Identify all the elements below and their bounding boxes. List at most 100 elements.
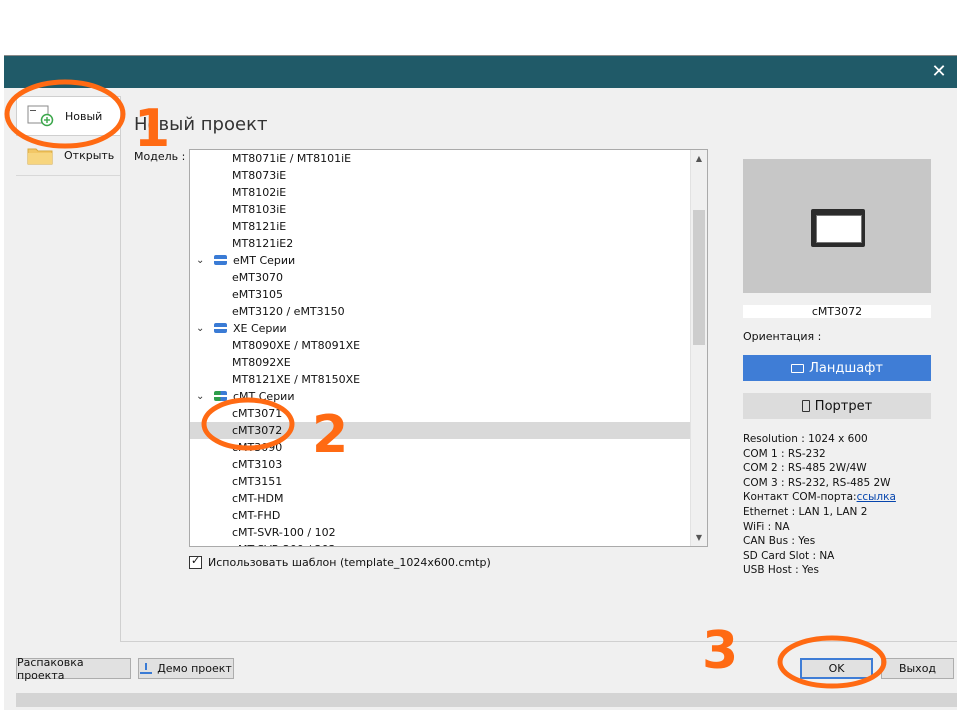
- download-icon: [140, 663, 153, 674]
- tree-item[interactable]: cMT-SVR-200 / 202: [190, 541, 690, 546]
- folder-icon: [26, 145, 56, 167]
- nav-tab-open[interactable]: Открыть: [16, 136, 120, 176]
- chevron-down-icon[interactable]: ⌄: [196, 252, 208, 269]
- horizontal-scrollbar[interactable]: [16, 693, 957, 707]
- nav-tab-new-label: Новый: [65, 109, 103, 123]
- left-nav: Новый Открыть: [16, 96, 120, 177]
- spec-line: CAN Bus : Yes: [743, 535, 816, 548]
- tree-item-label: cMT3151: [232, 475, 283, 488]
- model-tree[interactable]: MT8071iE / MT8101iE MT8073iE MT8102iE MT810…: [189, 149, 708, 547]
- tree-item-label: MT8121XE / MT8150XE: [232, 373, 361, 386]
- tree-item[interactable]: cMT3090: [190, 439, 690, 456]
- scroll-down-icon[interactable]: ▼: [691, 529, 707, 546]
- tree-item[interactable]: cMT3071: [190, 405, 690, 422]
- tree-item-label: cMT-FHD: [232, 509, 281, 522]
- tree-group[interactable]: ⌄ XE Серии: [190, 320, 690, 337]
- template-checkbox-label: Использовать шаблон (template_1024x600.c…: [208, 556, 491, 569]
- tree-group[interactable]: ⌄ eMT Серии: [190, 252, 690, 269]
- tree-item[interactable]: cMT-SVR-100 / 102: [190, 524, 690, 541]
- landscape-label: Ландшафт: [809, 360, 883, 376]
- orientation-label: Ориентация :: [743, 330, 822, 343]
- com-contact-label: Контакт COM-порта:: [743, 491, 857, 504]
- tree-item[interactable]: cMT-FHD: [190, 507, 690, 524]
- tree-item-label: MT8121iE: [232, 220, 287, 233]
- tree-item[interactable]: cMT3151: [190, 473, 690, 490]
- demo-project-button[interactable]: Демо проект: [138, 658, 234, 679]
- spec-line: COM 1 : RS-232: [743, 447, 826, 460]
- tree-item[interactable]: cMT3103: [190, 456, 690, 473]
- spec-line: WiFi : NA: [743, 520, 790, 533]
- portrait-button[interactable]: Портрет: [743, 393, 931, 419]
- tree-item[interactable]: MT8103iE: [190, 201, 690, 218]
- spec-line: Resolution : 1024 x 600: [743, 433, 868, 445]
- tree-item-label: MT8102iE: [232, 186, 287, 199]
- tree-item-label: cMT-SVR-200 / 202: [232, 543, 336, 546]
- tree-item[interactable]: MT8092XE: [190, 354, 690, 371]
- tree-item[interactable]: cMT-HDM: [190, 490, 690, 507]
- demo-project-label: Демо проект: [157, 662, 232, 675]
- chevron-down-icon[interactable]: ⌄: [196, 388, 208, 405]
- selected-model-name: cMT3072: [743, 305, 931, 318]
- scroll-up-icon[interactable]: ▲: [691, 150, 707, 167]
- template-checkbox[interactable]: [189, 554, 202, 569]
- unpack-project-button[interactable]: Распаковка проекта: [16, 655, 131, 682]
- spec-line: Ethernet : LAN 1, LAN 2: [743, 505, 868, 518]
- scroll-thumb[interactable]: [693, 210, 705, 345]
- tree-item[interactable]: MT8090XE / MT8091XE: [190, 337, 690, 354]
- tree-item-label: cMT3103: [232, 458, 283, 471]
- tree-item[interactable]: MT8121XE / MT8150XE: [190, 371, 690, 388]
- portrait-label: Портрет: [814, 398, 873, 414]
- template-checkbox-row[interactable]: Использовать шаблон (template_1024x600.c…: [189, 554, 491, 569]
- model-label: Модель :: [134, 150, 186, 163]
- com-contact-link[interactable]: ссылка: [857, 491, 896, 503]
- tree-item[interactable]: MT8121iE: [190, 218, 690, 235]
- tree-group[interactable]: ⌄ cMT Серии: [190, 388, 690, 405]
- ok-label: OK: [828, 662, 845, 675]
- tree-item-label: cMT3071: [232, 407, 283, 420]
- tree-item[interactable]: eMT3120 / eMT3150: [190, 303, 690, 320]
- unpack-project-label: Распаковка проекта: [17, 655, 84, 682]
- com-contact-line: Контакт COM-порта:ссылка: [743, 490, 896, 505]
- nav-tab-open-label: Открыть: [64, 149, 115, 162]
- exit-label: Выход: [898, 662, 937, 675]
- tree-item-label: MT8071iE / MT8101iE: [232, 152, 352, 165]
- tree-item[interactable]: MT8102iE: [190, 184, 690, 201]
- tree-item[interactable]: eMT3105: [190, 286, 690, 303]
- tree-item-label: cMT Серии: [233, 390, 295, 403]
- tree-item[interactable]: MT8071iE / MT8101iE: [190, 150, 690, 167]
- tree-scrollbar[interactable]: ▲ ▼: [690, 150, 707, 546]
- device-preview: [743, 159, 931, 293]
- ok-button[interactable]: OK: [800, 658, 873, 679]
- nav-tab-new[interactable]: Новый: [16, 96, 120, 136]
- footer-bar: Распаковка проекта Демо проект OK Выход: [4, 648, 957, 688]
- exit-button[interactable]: Выход: [881, 658, 954, 679]
- tree-item-label: MT8073iE: [232, 169, 287, 182]
- title-bar: ✕: [4, 56, 957, 88]
- new-project-dialog: ✕ Новый Открыть Новый проект Модель: MT…: [4, 55, 957, 710]
- spec-line: USB Host : Yes: [743, 564, 819, 577]
- device-series-icon: [214, 255, 227, 265]
- tree-item[interactable]: MT8073iE: [190, 167, 690, 184]
- tree-item-label: MT8092XE: [232, 356, 291, 369]
- tree-item-label: eMT3120 / eMT3150: [232, 305, 345, 318]
- tree-item-label: MT8090XE / MT8091XE: [232, 339, 361, 352]
- page: ✕ Новый Открыть Новый проект Модель: MT…: [0, 0, 957, 710]
- tree-item-label: eMT3070: [232, 271, 283, 284]
- device-series-icon: [214, 323, 227, 333]
- chevron-down-icon[interactable]: ⌄: [196, 320, 208, 337]
- tree-item-label: eMT3105: [232, 288, 283, 301]
- landscape-icon: [791, 363, 805, 373]
- tree-item[interactable]: MT8121iE2: [190, 235, 690, 252]
- tree-item[interactable]: eMT3070: [190, 269, 690, 286]
- page-title: Новый проект: [134, 114, 268, 135]
- device-screen-icon: [811, 209, 865, 247]
- tree-item-label: cMT-SVR-100 / 102: [232, 526, 336, 539]
- portrait-icon: [801, 400, 810, 412]
- tree-item[interactable]: cMT3072: [190, 422, 690, 439]
- tree-item-label: cMT3090: [232, 441, 283, 454]
- tree-item-label: eMT Серии: [233, 254, 296, 267]
- landscape-button[interactable]: Ландшафт: [743, 355, 931, 381]
- close-button[interactable]: ✕: [929, 62, 949, 82]
- tree-item-label: cMT3072: [232, 424, 283, 437]
- content-panel: Новый проект Модель : MT8071iE / MT8101i…: [120, 96, 957, 642]
